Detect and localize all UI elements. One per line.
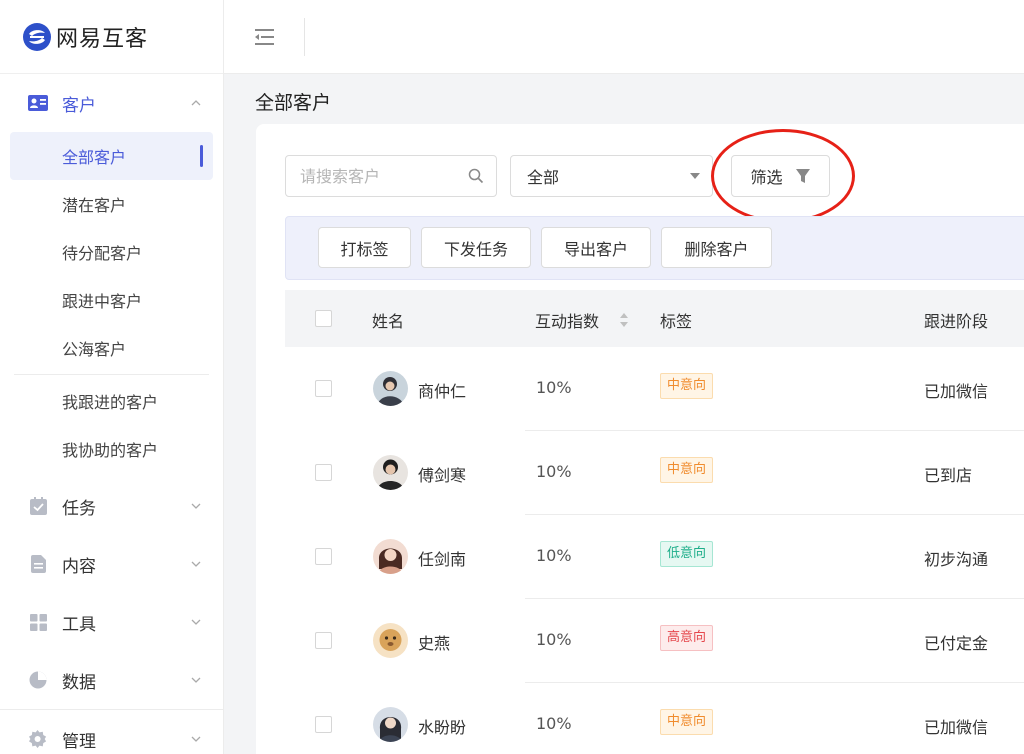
export-customers-button[interactable]: 导出客户 [541,227,651,268]
table-row[interactable]: 任剑南 10% 低意向 初步沟通 [285,515,1024,599]
grid-icon [28,612,48,632]
topbar [224,0,1024,74]
sidebar-item-my-followed[interactable]: 我跟进的客户 [10,377,213,425]
intent-tag: 高意向 [660,625,714,651]
sidebar-item-public-customers[interactable]: 公海客户 [10,324,213,372]
brand-logo-icon [23,22,51,51]
nav-group-customer[interactable]: 客户 [0,74,223,132]
sidebar-item-potential-customers[interactable]: 潜在客户 [10,180,213,228]
divider [304,18,305,56]
table-row[interactable]: 水盼盼 10% 中意向 已加微信 [285,683,1024,754]
row-checkbox[interactable] [315,548,332,565]
customer-name[interactable]: 任剑南 [418,546,466,570]
customer-name[interactable]: 史燕 [418,630,450,654]
sidebar-item-my-assisted[interactable]: 我协助的客户 [10,425,213,473]
nav-group-label: 工具 [62,614,96,635]
follow-stage: 已加微信 [924,382,989,401]
document-icon [28,554,48,574]
interaction-score: 10% [536,378,572,397]
intent-tag: 中意向 [660,373,714,399]
chevron-down-icon [191,503,201,509]
delete-customers-button[interactable]: 删除客户 [661,227,772,268]
column-header-score[interactable]: 互动指数 [535,308,599,332]
nav-group-label: 客户 [62,95,96,116]
menu-fold-icon[interactable] [252,26,276,48]
sidebar: 网易互客 客户 全部客户 潜在客户 待分配客户 跟进中客户 公海客户 我跟进的客… [0,0,224,754]
sidebar-item-all-customers[interactable]: 全部客户 [10,132,213,180]
interaction-score: 10% [536,714,572,733]
row-checkbox[interactable] [315,464,332,481]
search-icon[interactable] [468,168,484,184]
customer-name[interactable]: 傅剑寒 [418,462,466,486]
sort-icon[interactable] [619,312,629,328]
assign-task-button[interactable]: 下发任务 [421,227,531,268]
follow-stage: 已到店 [924,466,973,485]
chevron-up-icon [191,100,201,106]
divider [14,374,209,375]
column-header-tag: 标签 [660,312,693,331]
avatar [373,623,408,658]
chevron-down-icon [191,561,201,567]
main-card: 全部 筛选 打标签 下发任务 导出客户 删除客户 姓名 互动指数 标签 跟进阶段… [256,124,1024,754]
gear-icon [28,729,48,749]
table-row[interactable]: 史燕 10% 高意向 已付定金 [285,599,1024,683]
nav-group-task[interactable]: 任务 [0,477,223,535]
avatar [373,707,408,742]
sidebar-item-following-customers[interactable]: 跟进中客户 [10,276,213,324]
chevron-down-icon [191,677,201,683]
customer-name[interactable]: 水盼盼 [418,714,466,738]
search-box[interactable] [285,155,497,197]
nav-group-tools[interactable]: 工具 [0,593,223,651]
follow-stage: 已加微信 [924,718,989,737]
column-header-stage: 跟进阶段 [924,312,989,331]
chevron-down-icon [191,619,201,625]
avatar [373,539,408,574]
select-value: 全部 [527,168,560,187]
brand[interactable]: 网易互客 [0,0,223,74]
nav-group-label: 任务 [62,498,96,519]
column-header-name: 姓名 [372,312,405,331]
interaction-score: 10% [536,630,572,649]
row-checkbox[interactable] [315,380,332,397]
intent-tag: 中意向 [660,709,714,735]
filter-button[interactable]: 筛选 [731,155,830,197]
nav-group-label: 数据 [62,672,96,693]
page-title: 全部客户 [255,92,332,114]
tag-button[interactable]: 打标签 [318,227,411,268]
nav-group-label: 内容 [62,556,96,577]
chevron-down-icon [191,736,201,742]
nav-group-label: 管理 [62,731,96,752]
follow-stage: 初步沟通 [924,550,989,569]
table-row[interactable]: 傅剑寒 10% 中意向 已到店 [285,431,1024,515]
nav-group-data[interactable]: 数据 [0,651,223,709]
nav-group-content[interactable]: 内容 [0,535,223,593]
pie-chart-icon [28,670,48,690]
intent-tag: 低意向 [660,541,714,567]
caret-down-icon [690,173,700,179]
row-checkbox[interactable] [315,716,332,733]
search-input[interactable] [300,166,468,186]
nav-group-manage[interactable]: 管理 [0,710,223,754]
task-icon [28,496,48,516]
table-header: 姓名 互动指数 标签 跟进阶段 [285,290,1024,347]
intent-tag: 中意向 [660,457,714,483]
select-all-checkbox[interactable] [315,310,332,327]
avatar [373,371,408,406]
customer-name[interactable]: 商仲仁 [418,378,466,402]
row-checkbox[interactable] [315,632,332,649]
batch-action-bar: 打标签 下发任务 导出客户 删除客户 [285,216,1024,280]
table-row[interactable]: 商仲仁 10% 中意向 已加微信 [285,347,1024,431]
avatar [373,455,408,490]
filter-icon [795,169,810,183]
interaction-score: 10% [536,546,572,565]
follow-stage: 已付定金 [924,634,989,653]
category-select[interactable]: 全部 [510,155,713,197]
interaction-score: 10% [536,462,572,481]
sidebar-item-unassigned-customers[interactable]: 待分配客户 [10,228,213,276]
filter-label: 筛选 [750,168,783,187]
id-card-icon [28,93,48,113]
brand-name: 网易互客 [56,26,149,52]
